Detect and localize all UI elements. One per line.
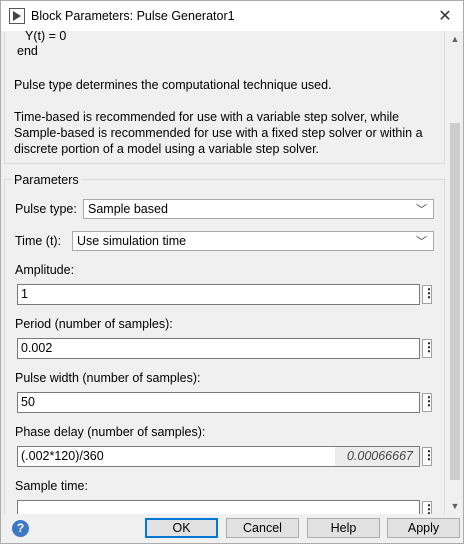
description-text: Pulse type determines the computational … bbox=[14, 78, 332, 92]
period-menu-icon[interactable]: ⋮ bbox=[422, 339, 435, 358]
time-label: Time (t): bbox=[15, 234, 62, 248]
time-select[interactable]: Use simulation time ﹀ bbox=[72, 231, 434, 251]
description-panel: Y(t) = 0 end Pulse type determines the c… bbox=[4, 31, 445, 164]
button-bar: ? OK Cancel Help Apply bbox=[1, 514, 463, 543]
pulse-type-value: Sample based bbox=[88, 202, 168, 216]
title-bar: Block Parameters: Pulse Generator1 ✕ bbox=[1, 1, 463, 31]
chevron-down-icon: ﹀ bbox=[416, 204, 427, 216]
scrollbar-thumb[interactable] bbox=[450, 123, 460, 480]
chevron-down-icon: ﹀ bbox=[416, 236, 427, 248]
apply-button[interactable]: Apply bbox=[387, 518, 460, 538]
scroll-down-icon[interactable]: ▼ bbox=[447, 498, 463, 514]
help-button[interactable]: Help bbox=[307, 518, 380, 538]
pulse-width-value: 50 bbox=[21, 395, 35, 409]
amplitude-input[interactable]: 1 bbox=[17, 284, 420, 305]
phase-delay-menu-icon[interactable]: ⋮ bbox=[422, 447, 435, 466]
pulse-width-input[interactable]: 50 bbox=[17, 392, 420, 413]
time-value: Use simulation time bbox=[77, 234, 187, 248]
pulse-width-label: Pulse width (number of samples): bbox=[15, 371, 201, 385]
dialog-content: Y(t) = 0 end Pulse type determines the c… bbox=[1, 31, 447, 514]
sample-time-menu-icon[interactable]: ⋮ bbox=[422, 501, 435, 514]
description-text: Time-based is recommended for use with a… bbox=[14, 110, 423, 156]
window-title: Block Parameters: Pulse Generator1 bbox=[31, 9, 235, 23]
parameters-group-title: Parameters bbox=[12, 173, 81, 187]
amplitude-menu-icon[interactable]: ⋮ bbox=[422, 285, 435, 304]
sample-time-input[interactable] bbox=[17, 500, 420, 514]
period-value: 0.002 bbox=[21, 341, 53, 355]
pulse-width-menu-icon[interactable]: ⋮ bbox=[422, 393, 435, 412]
vertical-scrollbar[interactable]: ▲ ▼ bbox=[447, 31, 463, 514]
amplitude-label: Amplitude: bbox=[15, 263, 75, 277]
close-icon[interactable]: ✕ bbox=[427, 1, 463, 31]
sample-time-label: Sample time: bbox=[15, 479, 88, 493]
dialog-window: Block Parameters: Pulse Generator1 ✕ Y(t… bbox=[0, 0, 464, 544]
scroll-up-icon[interactable]: ▲ bbox=[447, 31, 463, 47]
phase-delay-label: Phase delay (number of samples): bbox=[15, 425, 206, 439]
code-line: end bbox=[17, 44, 38, 58]
cancel-button[interactable]: Cancel bbox=[226, 518, 299, 538]
pulse-type-select[interactable]: Sample based ﹀ bbox=[83, 199, 434, 219]
period-label: Period (number of samples): bbox=[15, 317, 173, 331]
period-input[interactable]: 0.002 bbox=[17, 338, 420, 359]
phase-delay-value: (.002*120)/360 bbox=[21, 449, 104, 463]
simulink-block-icon bbox=[9, 8, 25, 24]
pulse-type-label: Pulse type: bbox=[15, 202, 77, 216]
code-line: Y(t) = 0 bbox=[25, 31, 67, 43]
amplitude-value: 1 bbox=[21, 287, 28, 301]
phase-delay-evaluated-value: 0.00066667 bbox=[335, 447, 419, 466]
help-icon[interactable]: ? bbox=[12, 520, 29, 537]
ok-button[interactable]: OK bbox=[145, 518, 218, 538]
phase-delay-input[interactable]: (.002*120)/360 0.00066667 bbox=[17, 446, 420, 467]
